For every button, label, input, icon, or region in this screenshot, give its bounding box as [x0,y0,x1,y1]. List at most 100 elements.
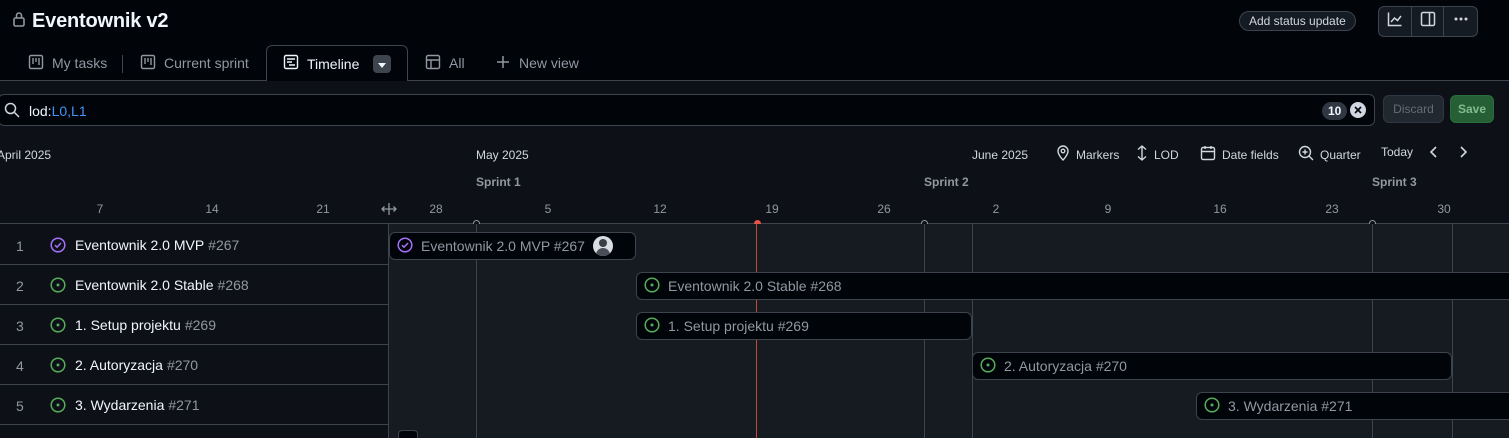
next-period-button[interactable] [1458,145,1468,162]
resize-handle-icon[interactable] [381,202,397,221]
timeline-icon [283,54,299,73]
item-number: #271 [168,397,200,413]
bar-label: 3. Wydarzenia #271 [1228,398,1353,414]
tab-divider [122,55,123,73]
zoom-button[interactable]: Quarter [1298,145,1361,164]
date-fields-label: Date fields [1222,147,1279,162]
item-list: 1 Eventownik 2.0 MVP #267 2 Eventownik 2.… [0,224,389,438]
issue-opened-icon [1204,396,1220,416]
day-label: 21 [316,202,330,216]
view-tabs: My tasks Current sprint Timeline All New… [0,45,1509,82]
timeline-bar[interactable]: 1. Setup projektu #269 [636,312,972,340]
item-title[interactable]: 2. Autoryzacja #270 [75,357,198,373]
tab-label: All [449,55,465,71]
item-number: #267 [208,237,240,253]
issue-opened-icon [50,277,66,298]
side-panel-button[interactable] [1412,7,1445,36]
x-icon [1354,101,1362,119]
row-number: 5 [16,398,24,414]
discard-button[interactable]: Discard [1383,95,1444,123]
sprint-label: Sprint 1 [476,175,521,189]
tab-my-tasks[interactable]: My tasks [28,45,107,81]
bar-label: Eventownik 2.0 Stable #268 [668,278,842,294]
table-row[interactable]: 3 1. Setup projektu #269 [0,305,389,345]
tab-label: My tasks [52,55,108,71]
view-options-button[interactable] [373,54,392,73]
bar-label: Eventownik 2.0 MVP #267 [421,238,585,254]
month-label: June 2025 [972,148,1029,162]
chevron-left-icon [1429,145,1439,162]
day-label: 16 [1213,202,1227,216]
filter-input[interactable]: lod:L0,L1 10 [0,94,1375,126]
markers-button[interactable]: Markers [1056,145,1119,164]
markers-label: Markers [1076,147,1120,162]
item-name: 3. Wydarzenia [75,397,165,413]
timeline-bar[interactable] [398,430,418,438]
header-button-group [1378,6,1478,37]
table-row[interactable]: 4 2. Autoryzacja #270 [0,345,389,385]
issue-opened-icon [644,276,660,296]
more-options-button[interactable] [1444,7,1477,36]
issue-opened-icon [50,357,66,378]
day-label: 28 [429,202,443,216]
add-status-update-button[interactable]: Add status update [1239,11,1356,31]
tab-label: Current sprint [164,55,249,71]
table-icon [425,54,441,73]
item-number: #270 [166,357,199,373]
bar-label: 2. Autoryzacja #270 [1004,358,1127,374]
insights-button[interactable] [1379,7,1412,36]
lod-button[interactable]: LOD [1136,145,1179,164]
row-number: 2 [16,278,24,294]
item-title[interactable]: 3. Wydarzenia #271 [75,397,200,413]
previous-period-button[interactable] [1429,145,1439,162]
clear-filter-button[interactable] [1350,102,1366,118]
triangle-down-icon [378,56,387,72]
timeline-bar[interactable]: Eventownik 2.0 Stable #268 [636,272,1509,300]
bar-label: 1. Setup projektu #269 [668,318,809,334]
item-title[interactable]: 1. Setup projektu #269 [75,317,216,333]
item-number: #268 [217,277,249,293]
filter-bar: lod:L0,L1 10 Discard Save [0,81,1509,135]
new-view-button[interactable]: New view [495,45,579,81]
item-title[interactable]: Eventownik 2.0 Stable #268 [75,277,249,293]
tab-current-sprint[interactable]: Current sprint [140,45,249,81]
item-name: 2. Autoryzacja [75,357,163,373]
avatar [592,236,613,256]
tab-all[interactable]: All [425,45,465,81]
today-button[interactable]: Today [1381,145,1413,159]
timeline-bar[interactable]: 2. Autoryzacja #270 [972,352,1452,380]
day-label: 14 [205,202,219,216]
today-label: Today [1381,145,1414,159]
lod-label: LOD [1154,147,1179,162]
sprint-label: Sprint 3 [1372,175,1417,189]
day-label: 5 [544,202,552,216]
location-pin-icon [1056,145,1070,164]
board-icon [28,54,44,73]
filter-query: lod:L0,L1 [29,103,87,119]
timeline-header: April 2025 May 2025 June 2025 Markers LO… [0,135,1509,227]
item-name: Eventownik 2.0 MVP [75,237,205,253]
graph-icon [1387,11,1403,32]
save-button[interactable]: Save [1450,95,1494,123]
timeline-bar[interactable]: 3. Wydarzenia #271 [1196,392,1509,420]
filter-values: L0,L1 [51,103,87,119]
month-label: April 2025 [0,148,52,162]
tab-timeline[interactable]: Timeline [266,45,409,82]
filter-key: lod: [29,103,52,119]
item-title[interactable]: Eventownik 2.0 MVP #267 [75,237,239,253]
tab-label: Timeline [307,55,360,72]
kebab-horizontal-icon [1453,11,1469,32]
vertical-arrows-icon [1136,145,1148,164]
table-row[interactable]: 2 Eventownik 2.0 Stable #268 [0,265,389,305]
date-fields-button[interactable]: Date fields [1200,145,1279,164]
project-title-group: Eventownik v2 [12,10,169,33]
table-row[interactable]: 1 Eventownik 2.0 MVP #267 [0,225,389,265]
item-name: Eventownik 2.0 Stable [75,277,214,293]
issue-closed-icon [50,237,66,258]
timeline-bar[interactable]: Eventownik 2.0 MVP #267 [389,232,636,260]
sprint-label: Sprint 2 [924,175,969,189]
table-row[interactable]: 5 3. Wydarzenia #271 [0,385,389,425]
day-label: 2 [992,202,1000,216]
chevron-right-icon [1458,145,1468,162]
item-number: #269 [184,317,217,333]
